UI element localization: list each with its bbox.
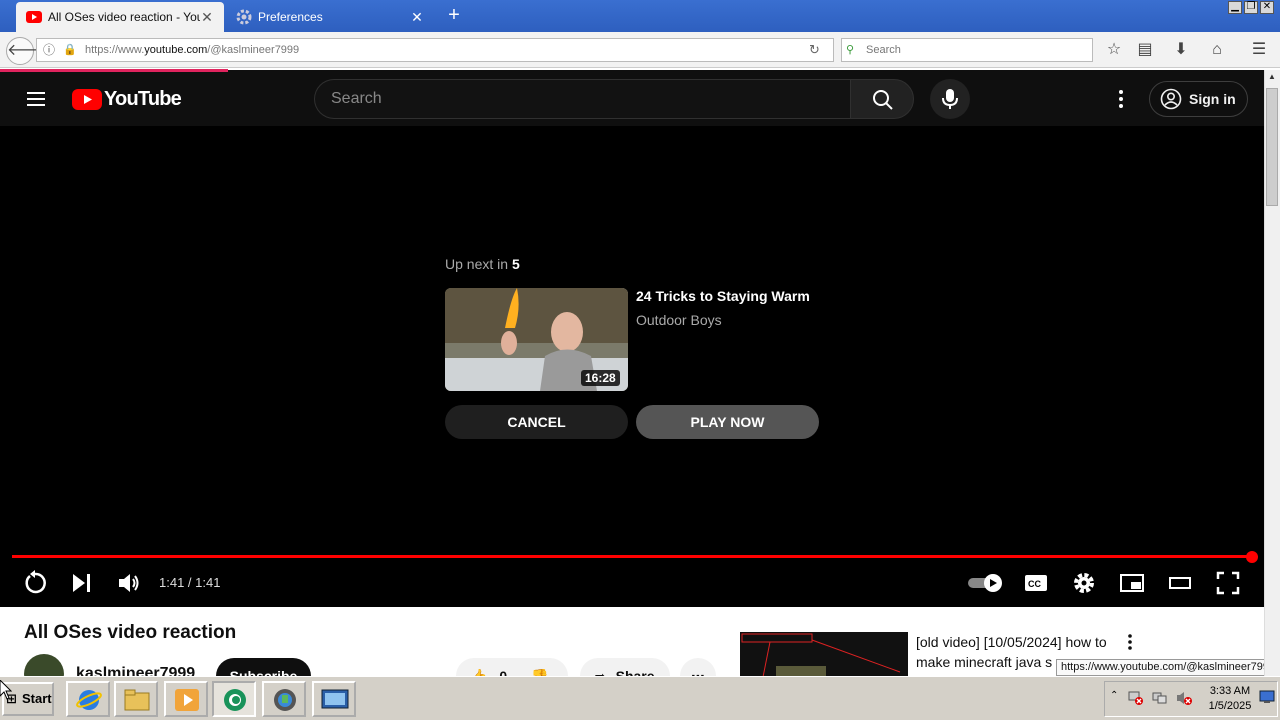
sign-in-label: Sign in bbox=[1189, 91, 1236, 107]
volume-icon[interactable] bbox=[117, 571, 141, 600]
internet-explorer-icon[interactable] bbox=[66, 681, 110, 717]
progress-bar-played bbox=[12, 555, 1252, 558]
gear-icon bbox=[236, 9, 252, 25]
browser-search-placeholder: Search bbox=[866, 44, 901, 56]
taskbar-clock[interactable]: 3:33 AM 1/5/2025 bbox=[1200, 684, 1260, 714]
time-display: 1:41 / 1:41 bbox=[159, 575, 221, 590]
cancel-autoplay-button[interactable]: CANCEL bbox=[445, 405, 628, 439]
url-path: /@kaslmineer7999 bbox=[207, 44, 300, 56]
url-prefix: https://www. bbox=[85, 44, 145, 56]
guide-menu-icon[interactable] bbox=[24, 87, 48, 116]
settings-more-icon[interactable] bbox=[1110, 88, 1132, 115]
close-tab-icon[interactable]: ✕ bbox=[410, 9, 424, 26]
bookmark-star-icon[interactable]: ☆ bbox=[1102, 38, 1126, 62]
media-player-icon[interactable] bbox=[164, 681, 208, 717]
autoplay-toggle-icon[interactable] bbox=[967, 573, 1003, 598]
fullscreen-icon[interactable] bbox=[1216, 571, 1240, 600]
settings-gear-icon[interactable] bbox=[1072, 571, 1096, 600]
minimize-button[interactable]: ▁ bbox=[1228, 1, 1242, 14]
youtube-logo[interactable]: YouTube bbox=[72, 88, 182, 111]
network-icon[interactable] bbox=[1152, 690, 1168, 711]
youtube-favicon-icon bbox=[26, 9, 42, 25]
network-disconnected-icon[interactable] bbox=[1128, 690, 1144, 711]
miniplayer-icon[interactable] bbox=[1120, 571, 1144, 600]
youtube-logo-text: YouTube bbox=[104, 88, 182, 110]
play-now-button[interactable]: PLAY NOW bbox=[636, 405, 819, 439]
next-video-title[interactable]: 24 Tricks to Staying Warm bbox=[636, 288, 810, 304]
tab-preferences[interactable]: Preferences ✕ bbox=[226, 2, 434, 32]
svg-text:CC: CC bbox=[1028, 579, 1041, 589]
volume-muted-icon[interactable] bbox=[1176, 690, 1192, 711]
download-icon[interactable]: ⬇ bbox=[1169, 38, 1193, 62]
youtube-logo-icon bbox=[72, 89, 102, 110]
home-icon[interactable]: ⌂ bbox=[1205, 38, 1229, 62]
next-video-icon[interactable] bbox=[70, 571, 94, 600]
lock-icon: 🔒 bbox=[63, 44, 77, 56]
url-domain: youtube.com bbox=[144, 44, 208, 56]
clock-date: 1/5/2025 bbox=[1208, 700, 1252, 712]
start-label: Start bbox=[22, 691, 52, 706]
video-player[interactable] bbox=[0, 126, 1264, 607]
browser-search-field[interactable]: ⚲ Search bbox=[841, 38, 1093, 62]
captions-icon[interactable]: CC bbox=[1024, 571, 1048, 600]
tab-youtube[interactable]: All OSes video reaction - YouTu ✕ bbox=[16, 2, 224, 32]
up-next-count: 5 bbox=[511, 256, 520, 272]
next-video-channel: Outdoor Boys bbox=[636, 312, 722, 328]
related-video-more-icon[interactable] bbox=[1122, 632, 1138, 657]
youtube-search-button[interactable] bbox=[850, 79, 914, 119]
mouse-cursor-icon bbox=[0, 679, 13, 705]
screen-capture-icon[interactable] bbox=[312, 681, 356, 717]
sign-in-button[interactable]: Sign in bbox=[1149, 81, 1248, 117]
search-icon bbox=[873, 90, 893, 110]
info-icon[interactable]: ⓘ bbox=[43, 39, 55, 61]
restore-button[interactable]: ❐ bbox=[1244, 1, 1258, 14]
search-engine-icon[interactable]: ⚲ bbox=[846, 39, 854, 61]
firefox-taskbar-icon[interactable] bbox=[212, 681, 256, 717]
scrubber-handle[interactable] bbox=[1246, 551, 1258, 563]
video-title: All OSes video reaction bbox=[24, 622, 237, 643]
tray-expand-icon[interactable]: ⌃ bbox=[1110, 690, 1118, 701]
browser-menu-icon[interactable]: ☰ bbox=[1247, 38, 1271, 62]
file-explorer-icon[interactable] bbox=[114, 681, 158, 717]
voice-search-button[interactable] bbox=[930, 79, 970, 119]
back-button[interactable]: 🡐 bbox=[6, 37, 50, 65]
show-desktop-icon[interactable] bbox=[1259, 690, 1275, 709]
reading-list-icon[interactable]: ▤ bbox=[1133, 38, 1157, 62]
reload-icon[interactable]: ↻ bbox=[809, 39, 820, 61]
up-next-prefix: Up next in bbox=[445, 256, 512, 272]
tab-title: All OSes video reaction - YouTu bbox=[48, 10, 200, 24]
next-video-duration: 16:28 bbox=[581, 370, 620, 386]
page-loading-bar bbox=[0, 69, 228, 72]
replay-icon[interactable] bbox=[22, 570, 48, 601]
clock-time: 3:33 AM bbox=[1209, 685, 1251, 697]
link-status-tooltip: https://www.youtube.com/@kaslmineer7999 bbox=[1056, 659, 1280, 676]
up-next-countdown: Up next in 5 bbox=[445, 256, 520, 272]
microphone-icon bbox=[942, 89, 958, 109]
globe-app-icon[interactable] bbox=[262, 681, 306, 717]
close-tab-icon[interactable]: ✕ bbox=[200, 9, 214, 26]
youtube-search-input[interactable]: Search bbox=[314, 79, 851, 119]
close-window-button[interactable]: ✕ bbox=[1260, 1, 1274, 14]
scrollbar-thumb[interactable] bbox=[1266, 88, 1278, 206]
theater-mode-icon[interactable] bbox=[1168, 571, 1192, 600]
new-tab-button[interactable]: + bbox=[444, 5, 464, 26]
account-icon bbox=[1160, 88, 1182, 110]
url-bar[interactable]: ⓘ 🔒 https://www.youtube.com/@kaslmineer7… bbox=[36, 38, 834, 62]
tab-title: Preferences bbox=[258, 10, 323, 24]
scroll-up-icon[interactable]: ▲ bbox=[1266, 72, 1278, 86]
